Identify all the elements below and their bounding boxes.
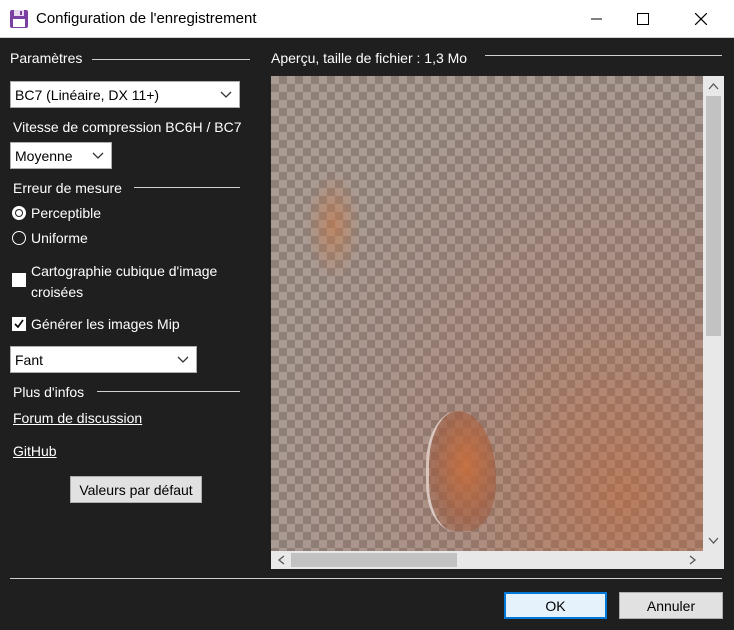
mip-checkbox[interactable] — [12, 317, 26, 331]
settings-group-title: Paramètres — [10, 50, 83, 66]
preview-title: Aperçu, taille de fichier : 1,3 Mo — [271, 50, 468, 66]
format-select[interactable]: BC7 (Linéaire, DX 11+) — [10, 81, 240, 108]
filter-select-value: Fant — [15, 351, 44, 368]
settings-divider — [92, 59, 250, 60]
scroll-down-icon[interactable] — [708, 537, 719, 545]
forum-link[interactable]: Forum de discussion — [13, 410, 142, 426]
maximize-button[interactable] — [620, 0, 666, 38]
radio-uniforme[interactable] — [12, 231, 26, 245]
scrollbar-corner — [703, 551, 724, 569]
scroll-up-icon[interactable] — [708, 82, 719, 90]
speed-select[interactable]: Moyenne — [10, 142, 112, 169]
preview-divider — [485, 55, 722, 56]
maximize-icon — [637, 13, 649, 25]
chevron-down-icon — [220, 91, 232, 98]
radio-uniforme-label[interactable]: Uniforme — [31, 230, 88, 246]
scroll-left-icon[interactable] — [277, 555, 285, 565]
speed-select-value: Moyenne — [15, 147, 73, 164]
floppy-disk-icon — [10, 10, 28, 28]
chevron-down-icon — [92, 152, 104, 159]
cubemap-label[interactable]: Cartographie cubique d'image — [31, 263, 217, 279]
cancel-button[interactable]: Annuler — [619, 592, 723, 619]
chevron-down-icon — [177, 356, 189, 363]
close-button[interactable] — [678, 0, 724, 38]
dialog-body: Paramètres BC7 (Linéaire, DX 11+) Vitess… — [0, 39, 734, 630]
preview-skin — [271, 76, 724, 569]
github-link[interactable]: GitHub — [13, 443, 57, 459]
close-icon — [695, 13, 707, 25]
horizontal-scroll-thumb[interactable] — [291, 553, 457, 567]
defaults-button[interactable]: Valeurs par défaut — [70, 476, 202, 503]
vertical-scrollbar[interactable] — [703, 76, 724, 551]
minimize-button[interactable] — [574, 0, 620, 38]
title-bar: Configuration de l'enregistrement — [0, 0, 734, 38]
info-group-title: Plus d'infos — [13, 384, 85, 400]
preview-image — [271, 76, 724, 569]
filter-select[interactable]: Fant — [10, 346, 197, 373]
vertical-scroll-thumb[interactable] — [706, 96, 721, 336]
minimize-icon — [591, 18, 602, 20]
window-title: Configuration de l'enregistrement — [36, 10, 257, 27]
horizontal-scrollbar[interactable] — [271, 551, 703, 569]
radio-perceptible[interactable] — [12, 206, 26, 220]
footer-divider — [10, 578, 722, 579]
preview-ear-faint — [306, 171, 361, 281]
cubemap-checkbox[interactable] — [12, 273, 26, 287]
cubemap-label-line2[interactable]: croisées — [31, 284, 83, 300]
mip-label[interactable]: Générer les images Mip — [31, 316, 180, 332]
checkmark-icon — [14, 319, 24, 329]
speed-label: Vitesse de compression BC6H / BC7 — [13, 119, 242, 135]
scroll-right-icon[interactable] — [689, 555, 697, 565]
error-divider — [134, 187, 240, 188]
error-group-title: Erreur de mesure — [13, 180, 122, 196]
ok-button[interactable]: OK — [504, 592, 607, 619]
radio-perceptible-label[interactable]: Perceptible — [31, 205, 101, 221]
info-divider — [97, 391, 240, 392]
format-select-value: BC7 (Linéaire, DX 11+) — [15, 86, 160, 103]
